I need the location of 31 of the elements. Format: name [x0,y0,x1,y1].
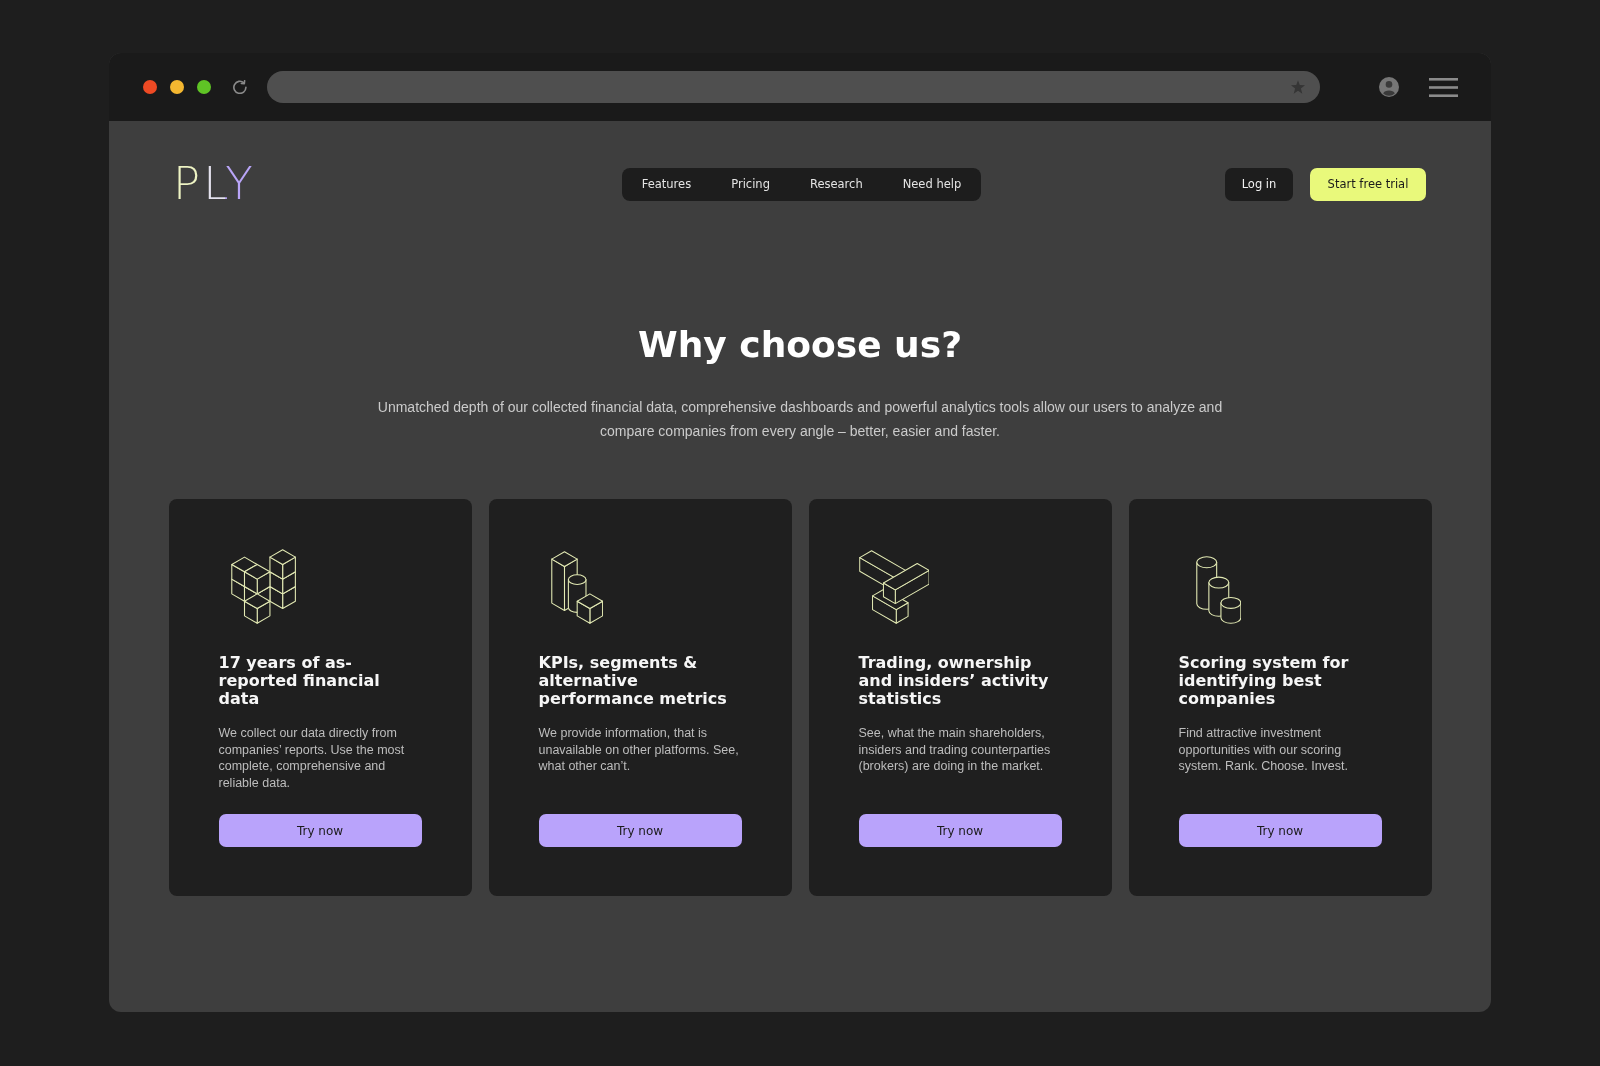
try-now-button[interactable]: Try now [218,814,422,847]
window-close-icon[interactable] [143,80,157,94]
cuboids-icon [858,550,930,624]
card-description: Find attractive investment opportunities with our scoring system. Rank. Choose. Invest. [1178,725,1349,775]
card-description: See, what the main shareholders, insiders and trading counterparties (brokers) are doing in the market. [858,725,1052,775]
try-now-button[interactable]: Try now [858,814,1062,847]
nav-link[interactable]: Pricing [711,167,790,201]
login-button[interactable]: Log in [1225,167,1293,201]
cubes-icon [230,549,296,624]
blocks-icon [550,551,603,624]
card-title: Scoring system for identifying best companies [1178,654,1350,708]
menu-icon[interactable] [1429,77,1458,97]
card-title: KPIs, segments & alternative performance metrics [538,654,728,708]
nav-link[interactable]: Research [789,167,883,201]
window-maximize-icon[interactable] [197,80,211,94]
card-title: Trading, ownership and insiders’ activity statistics [858,654,1050,708]
try-now-button[interactable]: Try now [538,814,742,847]
reload-icon[interactable] [233,80,247,94]
window-minimize-icon[interactable] [170,80,184,94]
card-description: We collect our data directly from companies’ reports. Use the most complete, comprehensive and reliable data. [218,725,406,791]
star-icon[interactable] [1291,80,1305,94]
section-description: Unmatched depth of our collected financial data, comprehensive dashboards and powerful analytics tools allow our users to analyze and compare companies from every angle – better, easier and faster. [376,398,1224,441]
card-description: We provide information, that is unavailable on other platforms. See, what other can’t. [538,725,740,775]
cylinders-icon [1195,556,1242,624]
card-title: 17 years of as-reported financial data [218,654,381,708]
account-icon[interactable] [1379,77,1399,97]
try-now-button[interactable]: Try now [1178,814,1382,847]
nav-link[interactable]: Features [621,167,712,201]
section-heading: Why choose us? [637,323,963,367]
nav-link[interactable]: Need help [882,167,982,201]
start-trial-button[interactable]: Start free trial [1310,167,1426,201]
